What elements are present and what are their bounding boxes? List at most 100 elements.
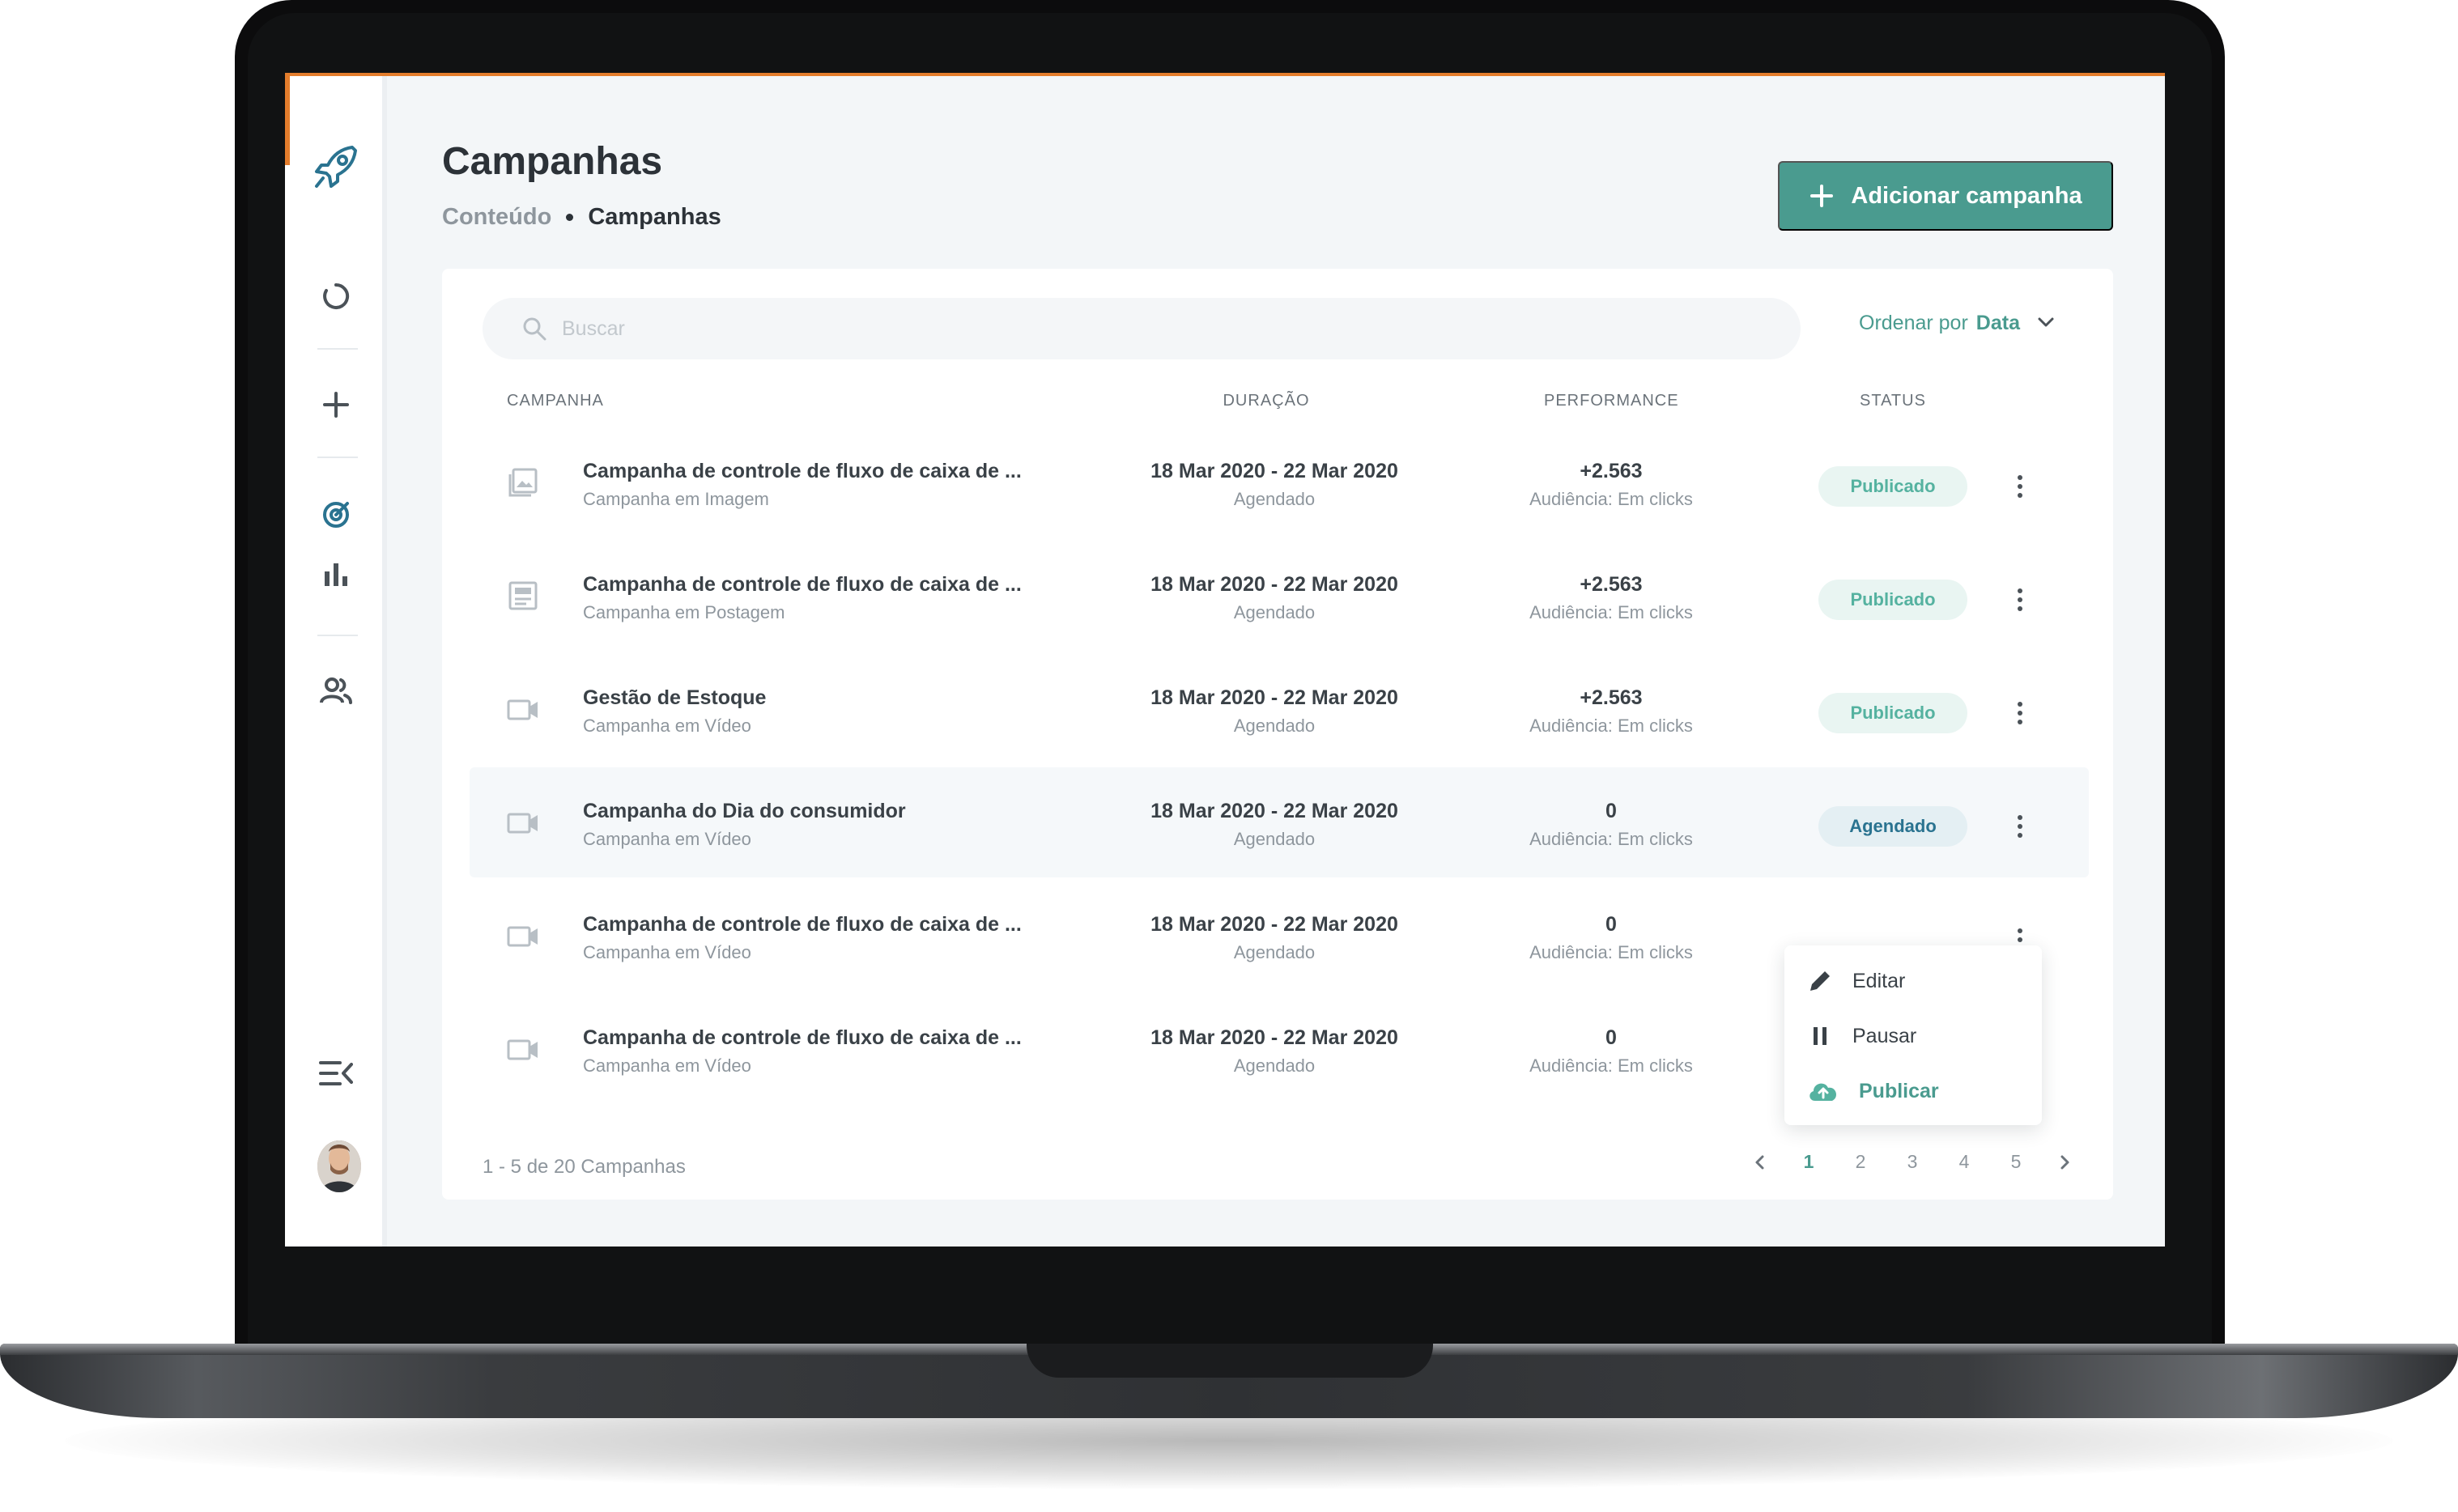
campaign-duration: 18 Mar 2020 - 22 Mar 2020 [1150,913,1398,936]
column-header-status[interactable]: STATUS [1860,392,1926,410]
campaign-name[interactable]: Campanha do Dia do consumidor [583,800,906,823]
campaign-duration-status: Agendado [1233,489,1316,509]
campaign-name[interactable]: Campanha de controle de fluxo de caixa d… [583,460,1022,483]
sidebar-divider [317,348,358,350]
sidebar-divider [317,635,358,636]
search-bar[interactable] [483,298,1801,359]
rocket-logo-icon[interactable] [310,141,362,193]
cloud-upload-icon [1809,1083,1837,1101]
search-input[interactable] [562,316,1695,341]
campaign-audience: Audiência: Em clicks [1529,489,1693,509]
campaign-type: Campanha em Vídeo [583,829,751,849]
page-button[interactable]: 4 [1938,1151,1990,1173]
campaign-duration: 18 Mar 2020 - 22 Mar 2020 [1150,1026,1398,1049]
page-button[interactable]: 1 [1783,1151,1835,1173]
prev-page-button[interactable] [1737,1153,1783,1172]
more-options-icon[interactable] [2008,693,2032,733]
dashboard-loader-icon[interactable] [317,277,355,316]
status-badge: Agendado [1818,806,1967,847]
menu-item-pause[interactable]: Pausar [1807,1018,1916,1054]
menu-item-publish[interactable]: Publicar [1807,1073,1939,1109]
status-badge: Publicado [1818,580,1967,620]
image-icon [505,465,541,500]
table-row[interactable]: Campanha de controle de fluxo de caixa d… [470,427,2089,537]
page-title: Campanhas [442,140,663,183]
menu-item-edit[interactable]: Editar [1807,963,1905,999]
menu-item-label: Pausar [1852,1024,1917,1047]
search-icon [523,317,546,341]
post-icon [505,578,541,614]
video-icon [505,691,541,727]
sidebar-active-indicator [285,76,290,165]
page-button[interactable]: 2 [1835,1151,1886,1173]
users-icon[interactable] [317,672,355,711]
campaign-audience: Audiência: Em clicks [1529,942,1693,962]
video-icon [505,918,541,953]
target-icon[interactable] [317,495,355,534]
campaign-name[interactable]: Campanha de controle de fluxo de caixa d… [583,913,1022,937]
page-button[interactable]: 5 [1990,1151,2042,1173]
campaign-name[interactable]: Campanha de controle de fluxo de caixa d… [583,573,1022,597]
pagination: 12345 [1737,1151,2087,1173]
campaign-type: Campanha em Imagem [583,489,769,509]
sort-dropdown[interactable]: Ordenar por Data [1859,311,2060,335]
collapse-menu-icon[interactable] [317,1054,355,1093]
column-header-performance[interactable]: PERFORMANCE [1544,392,1679,410]
campaign-duration: 18 Mar 2020 - 22 Mar 2020 [1150,460,1398,482]
table-row[interactable]: Campanha do Dia do consumidor Campanha em… [470,767,2089,877]
campaign-performance: +2.563 [1580,686,1643,709]
page-list: 12345 [1783,1151,2042,1173]
breadcrumb: Conteúdo Campanhas [442,204,721,231]
campaigns-card: Ordenar por Data CAMPANHA DURAÇÃO PERFOR… [442,269,2113,1200]
column-header-duration[interactable]: DURAÇÃO [1218,392,1315,410]
add-campaign-button[interactable]: Adicionar campanha [1778,161,2113,231]
sort-value: Data [1975,311,2020,334]
sidebar [285,76,387,1247]
campaign-type: Campanha em Postagem [583,602,785,622]
status-badge: Publicado [1818,466,1967,507]
breadcrumb-current: Campanhas [588,204,721,230]
sort-label: Ordenar por [1859,311,1968,334]
more-options-icon[interactable] [2008,806,2032,847]
campaign-performance: 0 [1605,800,1617,822]
table-row[interactable]: Gestão de Estoque Campanha em Vídeo 18 Mar… [470,654,2089,764]
campaign-duration-status: Agendado [1233,1055,1316,1076]
campaign-performance: 0 [1605,913,1617,936]
campaign-performance: +2.563 [1580,573,1643,596]
menu-item-label: Publicar [1859,1079,1939,1102]
campaign-duration: 18 Mar 2020 - 22 Mar 2020 [1150,686,1398,709]
chevron-left-icon [1755,1155,1764,1169]
sidebar-divider [317,457,358,458]
row-context-menu: Editar Pausar Publicar [1784,945,2042,1125]
campaign-duration-status: Agendado [1233,942,1316,962]
campaign-type: Campanha em Vídeo [583,942,751,962]
campaign-audience: Audiência: Em clicks [1529,1055,1693,1076]
campaign-performance: 0 [1605,1026,1617,1049]
table-row[interactable]: Campanha de controle de fluxo de caixa d… [470,541,2089,651]
breadcrumb-separator [566,214,574,221]
menu-item-label: Editar [1852,969,1906,992]
page-button[interactable]: 3 [1886,1151,1938,1173]
video-icon [505,1031,541,1067]
next-page-button[interactable] [2042,1153,2087,1172]
campaign-duration-status: Agendado [1233,829,1316,849]
bar-chart-icon[interactable] [317,555,355,594]
campaign-type: Campanha em Vídeo [583,1055,751,1076]
plus-icon [1810,185,1834,207]
campaign-duration-status: Agendado [1233,716,1316,736]
campaign-audience: Audiência: Em clicks [1529,829,1693,849]
breadcrumb-parent[interactable]: Conteúdo [442,204,551,231]
campaign-name[interactable]: Gestão de Estoque [583,686,766,710]
more-options-icon[interactable] [2008,466,2032,507]
chevron-down-icon [2038,317,2054,327]
avatar[interactable] [317,1140,361,1192]
status-badge: Publicado [1818,693,1967,733]
campaign-name[interactable]: Campanha de controle de fluxo de caixa d… [583,1026,1022,1050]
more-options-icon[interactable] [2008,580,2032,620]
campaign-performance: +2.563 [1580,460,1643,482]
campaign-audience: Audiência: Em clicks [1529,716,1693,736]
campaign-duration: 18 Mar 2020 - 22 Mar 2020 [1150,573,1398,596]
column-header-campaign[interactable]: CAMPANHA [507,392,604,410]
add-campaign-label: Adicionar campanha [1851,182,2082,209]
add-icon[interactable] [317,385,355,424]
